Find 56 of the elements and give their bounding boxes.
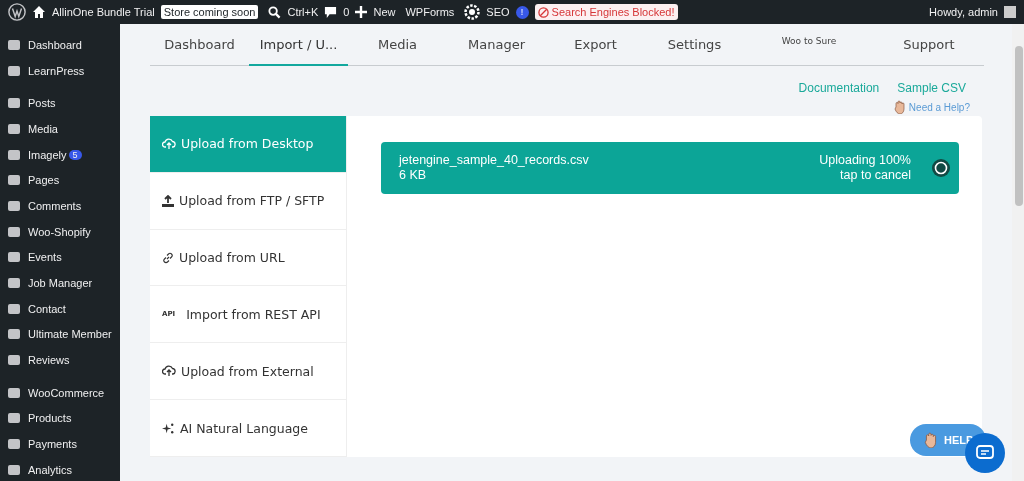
sidebar-item[interactable]: Comments xyxy=(0,193,120,219)
sparkle-icon xyxy=(162,421,175,435)
sidebar-item[interactable]: Job Manager xyxy=(0,270,120,296)
sidebar-item[interactable]: Woo-Shopify xyxy=(0,218,120,245)
wpforms-link[interactable]: WPForms xyxy=(405,6,455,18)
search-engines-alert[interactable]: Search Engines Blocked! xyxy=(534,4,678,20)
sidebar-item[interactable]: Media xyxy=(0,116,120,142)
comments-count[interactable]: 0 xyxy=(343,6,350,18)
sidebar-item[interactable]: Dashboard xyxy=(0,32,120,58)
blocked-icon xyxy=(537,6,549,18)
new-link[interactable]: New xyxy=(373,6,396,18)
tab[interactable]: Settings xyxy=(645,24,744,66)
file-name: jetengine_sample_40_records.csv xyxy=(399,153,590,168)
search-icon[interactable] xyxy=(268,5,282,19)
site-name[interactable]: AllinOne Bundle Trial xyxy=(52,6,155,18)
sidebar-item[interactable]: Products xyxy=(0,405,120,432)
upload-icon xyxy=(162,194,174,207)
tab[interactable]: Export xyxy=(546,24,645,66)
sidebar-item[interactable]: WooCommerce xyxy=(0,379,120,406)
tab[interactable]: Woo to Sure xyxy=(744,24,874,66)
progress-ring-icon xyxy=(931,158,951,178)
sidebar-item[interactable]: Posts xyxy=(0,90,120,117)
sidebar-item[interactable]: Reviews xyxy=(0,347,120,373)
upload-status: Uploading 100% xyxy=(819,153,911,168)
gear-icon[interactable] xyxy=(464,4,481,20)
greeting[interactable]: Howdy, admin xyxy=(929,6,998,18)
seo-link[interactable]: SEO xyxy=(486,6,510,18)
scrollbar-thumb[interactable] xyxy=(1015,46,1023,206)
search-shortcut[interactable]: Ctrl+K xyxy=(287,6,319,18)
tab[interactable]: Dashboard xyxy=(150,24,249,66)
plus-icon[interactable] xyxy=(355,6,368,18)
hand-icon xyxy=(893,100,906,114)
count-badge: 5 xyxy=(68,149,82,160)
store-badge: Store coming soon xyxy=(160,5,259,19)
tab[interactable]: Media xyxy=(348,24,447,66)
sidebar-item[interactable]: Payments xyxy=(0,431,120,457)
sidebar-item[interactable]: Imagely 5 xyxy=(0,141,120,168)
sidebar-item[interactable]: LearnPress xyxy=(0,57,120,84)
sidebar-item[interactable]: Contact xyxy=(0,295,120,322)
chat-icon xyxy=(976,445,994,461)
tab[interactable]: Support xyxy=(874,24,984,66)
cloud-upload-icon xyxy=(162,137,176,150)
tab[interactable]: Import / U... xyxy=(249,24,348,66)
sidebar-item[interactable]: Ultimate Member xyxy=(0,321,120,348)
cloud-upload-icon xyxy=(162,365,176,378)
file-size: 6 KB xyxy=(399,168,428,183)
wordpress-logo-icon[interactable] xyxy=(8,3,26,21)
notification-badge: ! xyxy=(515,5,529,19)
hand-icon xyxy=(924,432,938,448)
sidebar-item[interactable]: Events xyxy=(0,244,120,271)
tab[interactable]: Manager xyxy=(447,24,546,66)
home-icon[interactable] xyxy=(32,5,46,19)
link-icon xyxy=(162,251,174,264)
sidebar-item[interactable]: Pages xyxy=(0,167,120,194)
sidebar-item[interactable]: Analytics xyxy=(0,457,120,481)
comment-icon[interactable] xyxy=(324,5,338,19)
